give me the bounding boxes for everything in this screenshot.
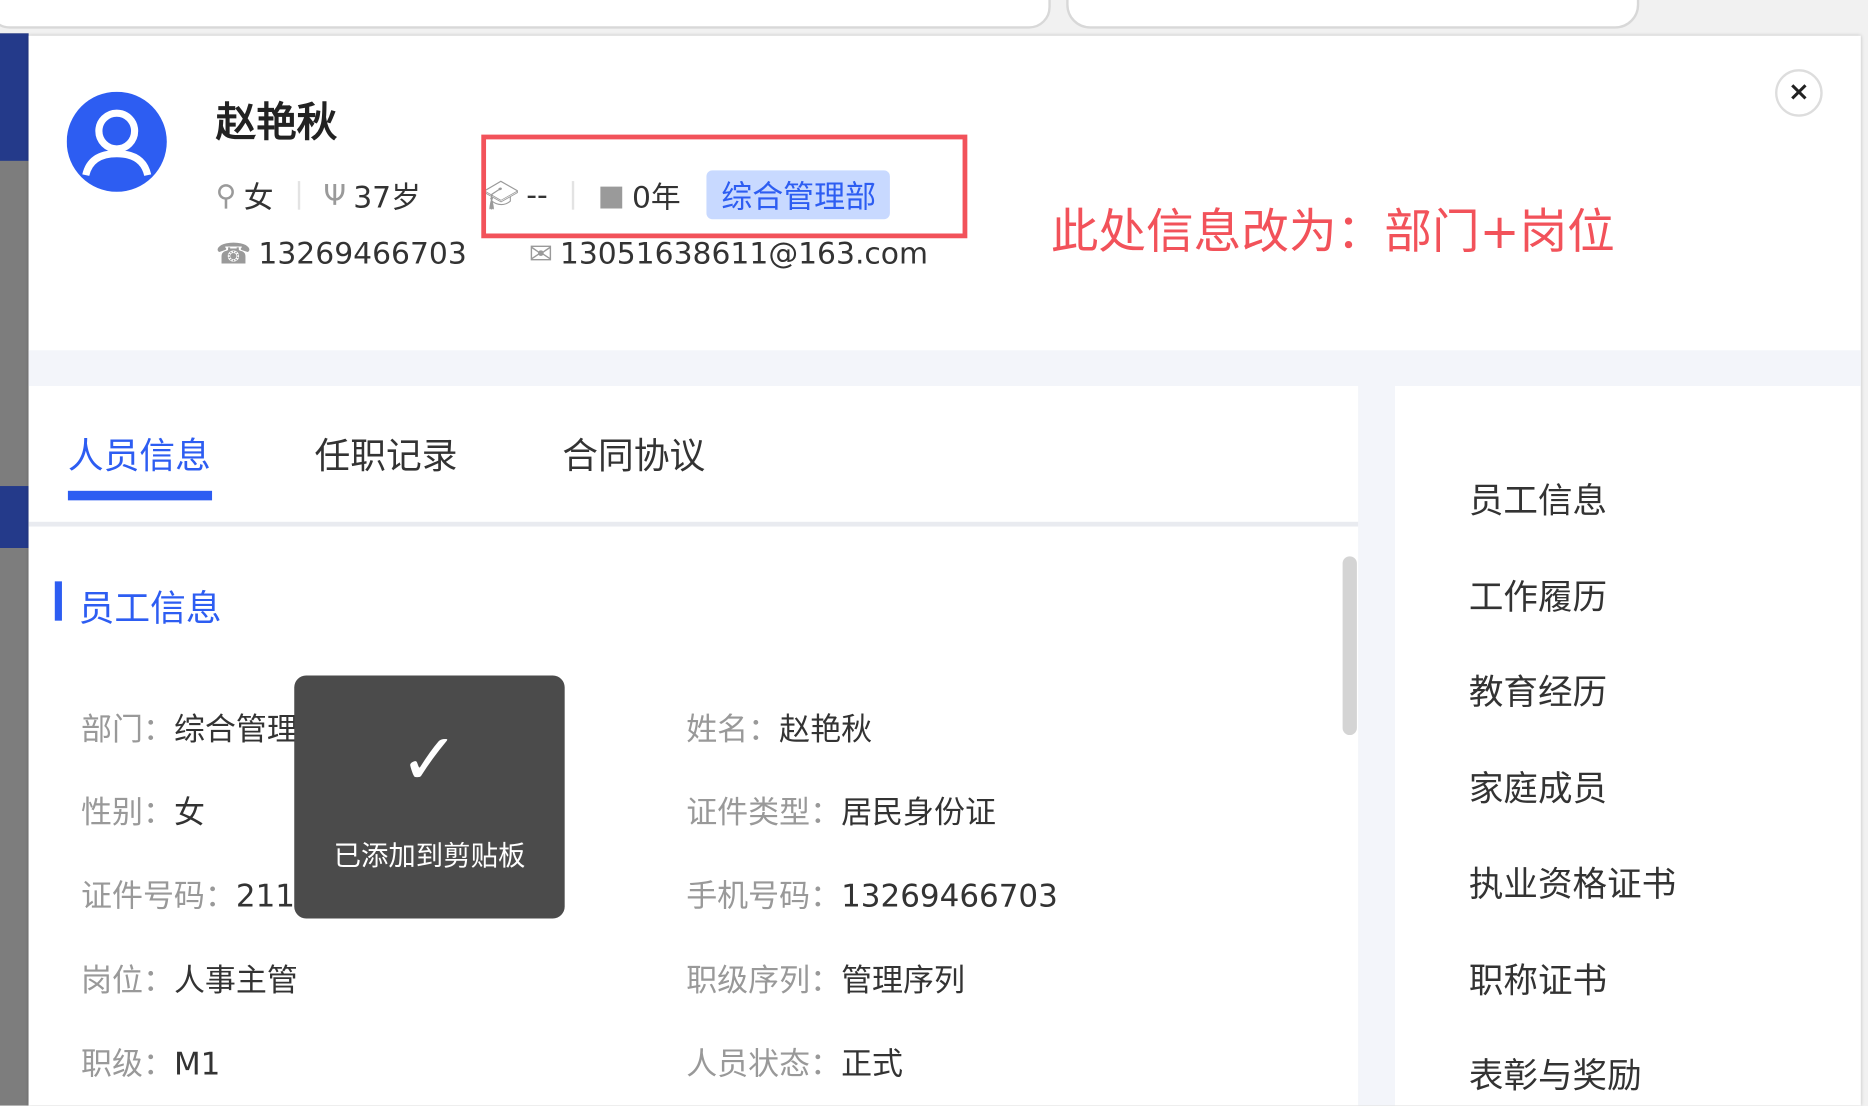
toast-message: 已添加到剪贴板 (333, 841, 526, 873)
field-department: 部门：综合管理部 (81, 705, 329, 749)
active-tab-indicator (67, 490, 213, 501)
annotation-highlight-box (481, 134, 968, 239)
side-nav-education[interactable]: 教育经历 (1469, 665, 1607, 715)
contact-row: ☎ 13269466703 ✉ 13051638611@163.com (216, 236, 928, 271)
field-value: 赵艳秋 (779, 712, 873, 749)
field-position: 岗位：人事主管 (81, 957, 298, 1001)
spacer-band (28, 350, 1861, 386)
field-id-type: 证件类型：居民身份证 (686, 789, 996, 833)
field-label: 证件号码： (81, 879, 236, 915)
gender-icon: ⚲ (215, 178, 237, 212)
field-status: 人员状态：正式 (686, 1040, 903, 1084)
side-nav-employee-info[interactable]: 员工信息 (1469, 473, 1607, 523)
field-grade-sequence: 职级序列：管理序列 (686, 957, 965, 1001)
field-grade: 职级：M1 (81, 1040, 220, 1084)
phone-icon: ☎ (215, 236, 252, 270)
background-sidebar (0, 33, 29, 1106)
side-nav-titles[interactable]: 职称证书 (1469, 953, 1607, 1003)
field-value: 人事主管 (173, 963, 298, 1000)
field-label: 性别： (81, 795, 174, 832)
address-bar[interactable] (0, 0, 1051, 29)
field-label: 职级序列： (686, 963, 842, 1000)
age: 37岁 (353, 179, 421, 214)
field-label: 部门： (81, 712, 174, 749)
annotation-note: 此处信息改为：部门+岗位 (1050, 204, 1615, 260)
field-value[interactable]: 13269466703 (841, 879, 1058, 915)
tab-divider (28, 521, 1359, 527)
field-mobile: 手机号码：13269466703 (686, 872, 1058, 916)
gender: 女 (243, 179, 274, 214)
side-nav-awards[interactable]: 表彰与奖励 (1469, 1048, 1642, 1098)
field-label: 职级： (81, 1047, 174, 1083)
field-label: 岗位： (81, 963, 174, 1000)
field-gender: 性别：女 (81, 789, 205, 833)
field-label: 人员状态： (686, 1047, 842, 1083)
content-scrollbar[interactable] (1342, 556, 1357, 736)
field-label: 手机号码： (686, 879, 842, 915)
tab-employment-record[interactable]: 任职记录 (315, 426, 458, 478)
sprout-icon: Ψ (323, 178, 347, 212)
side-nav-qualifications[interactable]: 执业资格证书 (1469, 857, 1676, 907)
field-label: 姓名： (686, 712, 780, 749)
field-value: 正式 (841, 1047, 904, 1083)
field-value: 女 (173, 795, 205, 832)
side-nav-family[interactable]: 家庭成员 (1469, 761, 1607, 811)
field-id-number: 证件号码：211 (81, 872, 295, 916)
tab-contracts[interactable]: 合同协议 (562, 426, 705, 478)
field-value[interactable]: 211 (236, 879, 295, 915)
side-nav-work-history[interactable]: 工作履历 (1469, 569, 1607, 619)
clipboard-toast: ✓ 已添加到剪贴板 (294, 675, 565, 919)
field-value: M1 (173, 1047, 221, 1083)
checkmark-icon: ✓ (399, 718, 460, 802)
field-value: 居民身份证 (841, 795, 996, 832)
section-marker (54, 581, 62, 621)
section-title: 员工信息 (78, 588, 222, 631)
column-gap (1358, 385, 1396, 1106)
phone[interactable]: 13269466703 (258, 236, 466, 271)
browser-search-box[interactable] (1066, 0, 1640, 29)
field-value: 管理序列 (841, 963, 965, 1000)
tab-personnel-info[interactable]: 人员信息 (68, 426, 211, 478)
field-name: 姓名：赵艳秋 (686, 705, 872, 749)
divider (297, 180, 300, 210)
email[interactable]: 13051638611@163.com (560, 236, 928, 271)
close-button[interactable]: × (1775, 69, 1823, 117)
employee-name: 赵艳秋 (215, 98, 338, 147)
mail-icon: ✉ (528, 236, 553, 270)
field-label: 证件类型： (686, 795, 842, 832)
avatar (66, 91, 167, 192)
